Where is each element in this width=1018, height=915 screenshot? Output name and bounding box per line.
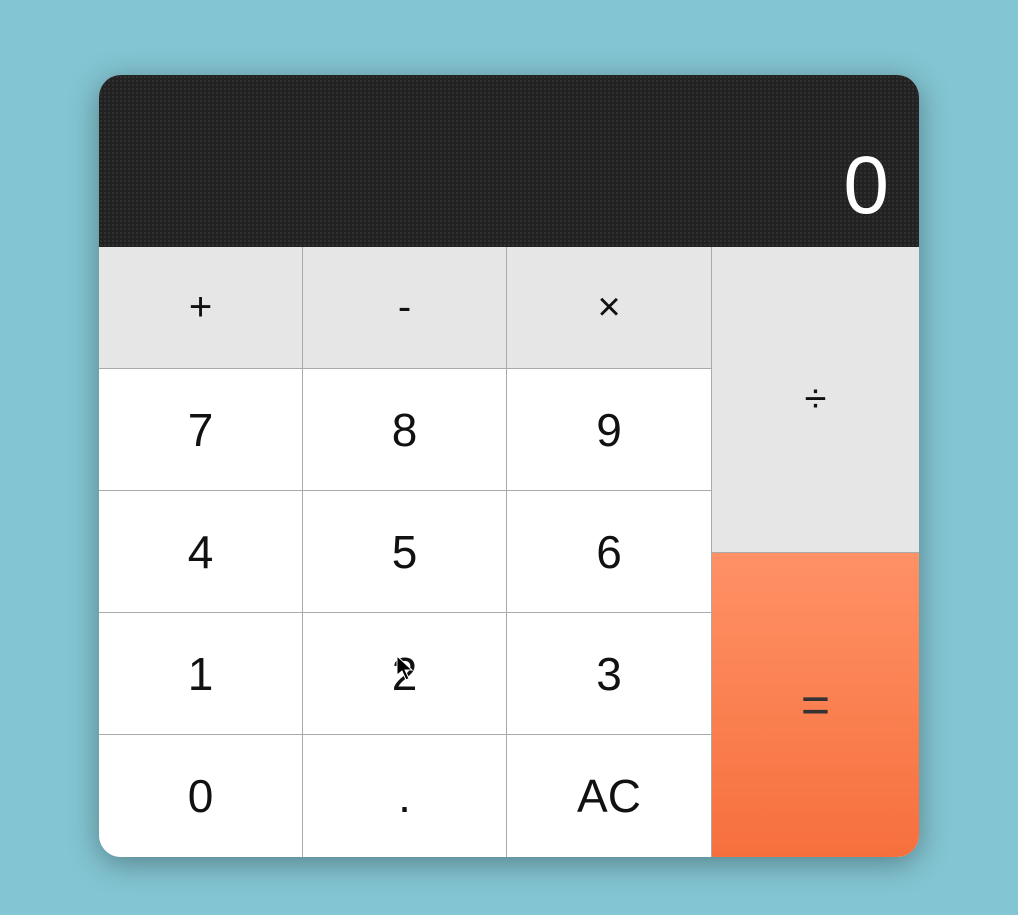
equals-button[interactable]: =	[711, 553, 919, 858]
digit-8-button[interactable]: 8	[303, 369, 507, 491]
num-row-456: 4 5 6	[99, 491, 711, 613]
digit-5-button[interactable]: 5	[303, 491, 507, 613]
keypad: + - × 7 8 9 4 5 6 1 2 3 0 . AC	[99, 247, 919, 857]
keypad-left: + - × 7 8 9 4 5 6 1 2 3 0 . AC	[99, 247, 711, 857]
decimal-button[interactable]: .	[303, 735, 507, 857]
keypad-right: ÷ =	[711, 247, 919, 857]
digit-6-button[interactable]: 6	[507, 491, 711, 613]
digit-4-button[interactable]: 4	[99, 491, 303, 613]
digit-1-button[interactable]: 1	[99, 613, 303, 735]
calculator-app: 0 + - × 7 8 9 4 5 6 1 2 3	[99, 75, 919, 857]
display-value: 0	[843, 139, 889, 233]
add-button[interactable]: +	[99, 247, 303, 369]
digit-0-button[interactable]: 0	[99, 735, 303, 857]
all-clear-button[interactable]: AC	[507, 735, 711, 857]
multiply-button[interactable]: ×	[507, 247, 711, 369]
operator-row: + - ×	[99, 247, 711, 369]
num-row-bottom: 0 . AC	[99, 735, 711, 857]
digit-7-button[interactable]: 7	[99, 369, 303, 491]
num-row-789: 7 8 9	[99, 369, 711, 491]
digit-9-button[interactable]: 9	[507, 369, 711, 491]
subtract-button[interactable]: -	[303, 247, 507, 369]
divide-button[interactable]: ÷	[711, 247, 919, 553]
num-row-123: 1 2 3	[99, 613, 711, 735]
digit-3-button[interactable]: 3	[507, 613, 711, 735]
display: 0	[99, 75, 919, 247]
digit-2-button[interactable]: 2	[303, 613, 507, 735]
